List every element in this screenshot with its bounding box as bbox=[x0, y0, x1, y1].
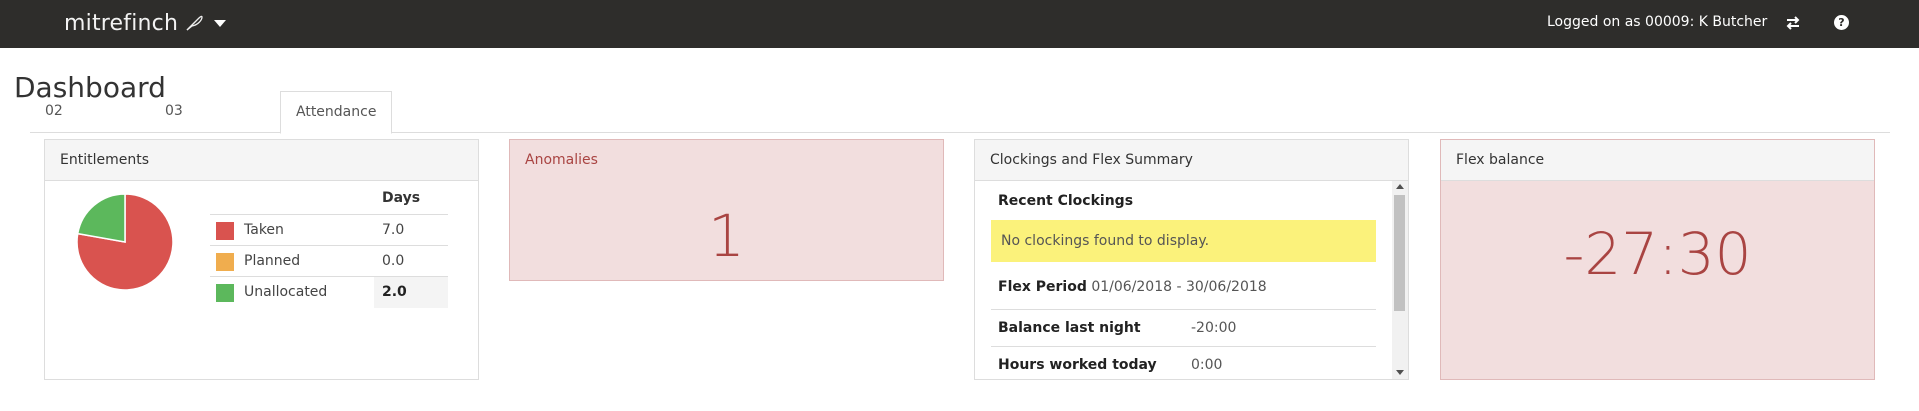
flex-period: Flex Period 01/06/2018 - 30/06/2018 bbox=[998, 279, 1267, 295]
entitlement-value: 7.0 bbox=[382, 222, 405, 238]
row-value: 0:00 bbox=[1191, 357, 1223, 373]
entitlement-row-planned: Planned 0.0 bbox=[210, 245, 448, 277]
row-label: Balance last night bbox=[998, 320, 1141, 336]
swap-icon[interactable] bbox=[1784, 14, 1802, 32]
scrollbar-thumb[interactable] bbox=[1394, 195, 1405, 311]
brand-menu[interactable]: mitrefinch bbox=[64, 8, 227, 38]
entitlement-value: 2.0 bbox=[382, 284, 407, 300]
anomalies-count: 1 bbox=[708, 202, 745, 270]
entitlements-panel: Entitlements Days Taken 7.0 Planned 0.0 … bbox=[44, 139, 479, 380]
no-clockings-alert: No clockings found to display. bbox=[991, 220, 1376, 262]
entitlements-pie-chart bbox=[76, 193, 174, 291]
brand-logo-text: mitrefinch bbox=[64, 10, 179, 36]
clockings-scrollbar[interactable] bbox=[1392, 181, 1408, 379]
top-navbar: mitrefinch Logged on as 00009: K Butcher… bbox=[0, 0, 1919, 48]
clockings-title: Clockings and Flex Summary bbox=[975, 140, 1408, 181]
pie-slice-unallocated bbox=[76, 193, 126, 243]
taken-swatch bbox=[216, 222, 234, 240]
caret-down-icon[interactable] bbox=[214, 19, 227, 27]
scroll-down-arrow-icon[interactable] bbox=[1396, 370, 1404, 375]
anomalies-title: Anomalies bbox=[510, 140, 943, 180]
row-label: Hours worked today bbox=[998, 357, 1157, 373]
scroll-up-arrow-icon[interactable] bbox=[1396, 184, 1404, 189]
entitlement-row-taken: Taken 7.0 bbox=[210, 214, 448, 246]
flex-balance-title: Flex balance bbox=[1441, 140, 1874, 181]
entitlements-title: Entitlements bbox=[45, 140, 478, 181]
planned-swatch bbox=[216, 253, 234, 271]
clockings-scroll-area[interactable]: Recent Clockings No clockings found to d… bbox=[975, 181, 1392, 379]
logged-on-user: Logged on as 00009: K Butcher bbox=[1547, 14, 1768, 30]
recent-clockings-heading: Recent Clockings bbox=[998, 193, 1134, 209]
entitlement-label: Taken bbox=[244, 222, 284, 238]
row-value: -20:00 bbox=[1191, 320, 1237, 336]
tab-attendance-summary[interactable]: Attendance Summary bbox=[280, 91, 393, 161]
entitlement-label: Unallocated bbox=[244, 284, 328, 300]
flex-period-value: 01/06/2018 - 30/06/2018 bbox=[1091, 279, 1267, 295]
flex-balance-panel: Flex balance -27:30 bbox=[1440, 139, 1875, 380]
flex-balance-value: -27:30 bbox=[1563, 220, 1752, 288]
flex-period-label: Flex Period bbox=[998, 279, 1087, 295]
help-icon[interactable]: ? bbox=[1834, 15, 1849, 30]
entitlement-value: 0.0 bbox=[382, 253, 405, 269]
tab-employee[interactable]: 02 Employee bbox=[30, 91, 129, 160]
days-column-header: Days bbox=[382, 190, 421, 206]
clockings-panel: Clockings and Flex Summary Recent Clocki… bbox=[974, 139, 1409, 380]
feather-icon bbox=[184, 13, 204, 33]
unallocated-swatch bbox=[216, 284, 234, 302]
anomalies-panel[interactable]: Anomalies 1 bbox=[509, 139, 944, 281]
balance-last-night-row: Balance last night -20:00 bbox=[991, 309, 1376, 347]
tab-useful-links[interactable]: 03 Useful links bbox=[150, 91, 224, 201]
entitlement-row-unallocated: Unallocated 2.0 bbox=[210, 276, 448, 308]
hours-worked-today-row: Hours worked today 0:00 bbox=[991, 346, 1376, 379]
entitlement-label: Planned bbox=[244, 253, 301, 269]
